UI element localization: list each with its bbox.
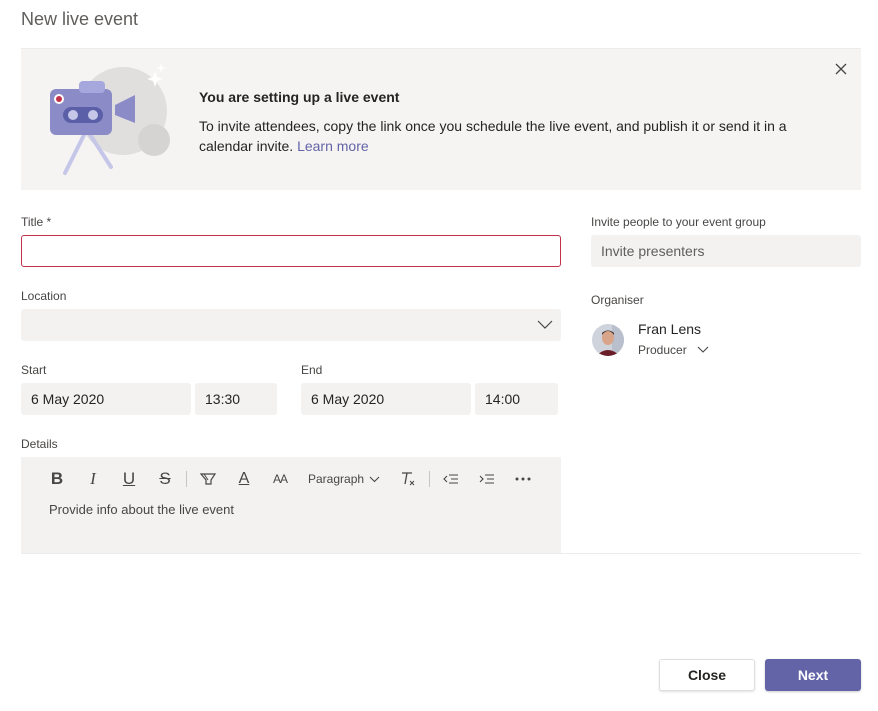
formatting-toolbar: B I U S A AA Paragraph (39, 467, 541, 491)
start-date-input[interactable]: 6 May 2020 (21, 383, 191, 415)
toolbar-separator (186, 471, 187, 487)
increase-indent-button[interactable] (469, 467, 505, 491)
title-label: Title * (21, 215, 52, 229)
close-button[interactable]: Close (659, 659, 755, 691)
indent-icon (479, 474, 495, 484)
user-photo-icon (592, 324, 624, 356)
end-date-input[interactable]: 6 May 2020 (301, 383, 471, 415)
banner-text: To invite attendees, copy the link once … (199, 116, 819, 156)
start-label: Start (21, 363, 47, 377)
chevron-down-icon (369, 476, 380, 482)
banner-heading: You are setting up a live event (199, 89, 400, 105)
organiser-role-dropdown[interactable]: Producer (638, 343, 709, 357)
organiser-role: Producer (638, 343, 687, 357)
avatar (592, 324, 624, 356)
video-camera-illustration (50, 63, 170, 175)
underline-button[interactable]: U (111, 467, 147, 491)
outdent-icon (443, 474, 459, 484)
decrease-indent-button[interactable] (433, 467, 469, 491)
details-label: Details (21, 437, 58, 451)
chevron-down-icon (537, 320, 553, 329)
chevron-down-icon (697, 346, 709, 353)
ellipsis-icon (515, 477, 531, 481)
title-input[interactable] (21, 235, 561, 267)
strikethrough-button[interactable]: S (147, 467, 183, 491)
end-label: End (301, 363, 323, 377)
details-placeholder: Provide info about the live event (49, 502, 235, 517)
learn-more-link[interactable]: Learn more (297, 138, 369, 154)
page-title: New live event (21, 9, 139, 29)
start-time-input[interactable]: 13:30 (195, 383, 277, 415)
invite-label: Invite people to your event group (591, 215, 766, 229)
invite-presenters-input[interactable]: Invite presenters (591, 235, 861, 267)
highlight-button[interactable] (190, 467, 226, 491)
paragraph-style-label: Paragraph (308, 472, 365, 486)
location-label: Location (21, 289, 67, 303)
organiser-name: Fran Lens (638, 321, 702, 337)
section-divider (21, 553, 861, 554)
more-options-button[interactable] (505, 467, 541, 491)
toolbar-separator (429, 471, 431, 487)
details-editor[interactable]: B I U S A AA Paragraph Provide info abou… (21, 457, 561, 554)
banner-description: To invite attendees, copy the link once … (199, 118, 787, 154)
close-icon[interactable] (833, 61, 849, 77)
clear-formatting-button[interactable] (390, 467, 426, 491)
next-button[interactable]: Next (765, 659, 861, 691)
paragraph-style-dropdown[interactable]: Paragraph (298, 472, 390, 486)
highlighter-icon (199, 473, 217, 485)
font-size-button[interactable]: AA (262, 467, 298, 491)
bold-button[interactable]: B (39, 467, 75, 491)
clear-formatting-icon (402, 472, 415, 486)
font-color-button[interactable]: A (226, 467, 262, 491)
italic-button[interactable]: I (75, 467, 111, 491)
info-banner: You are setting up a live event To invit… (21, 48, 861, 190)
organiser-label: Organiser (591, 293, 644, 307)
location-dropdown[interactable] (21, 309, 561, 341)
end-time-input[interactable]: 14:00 (475, 383, 558, 415)
